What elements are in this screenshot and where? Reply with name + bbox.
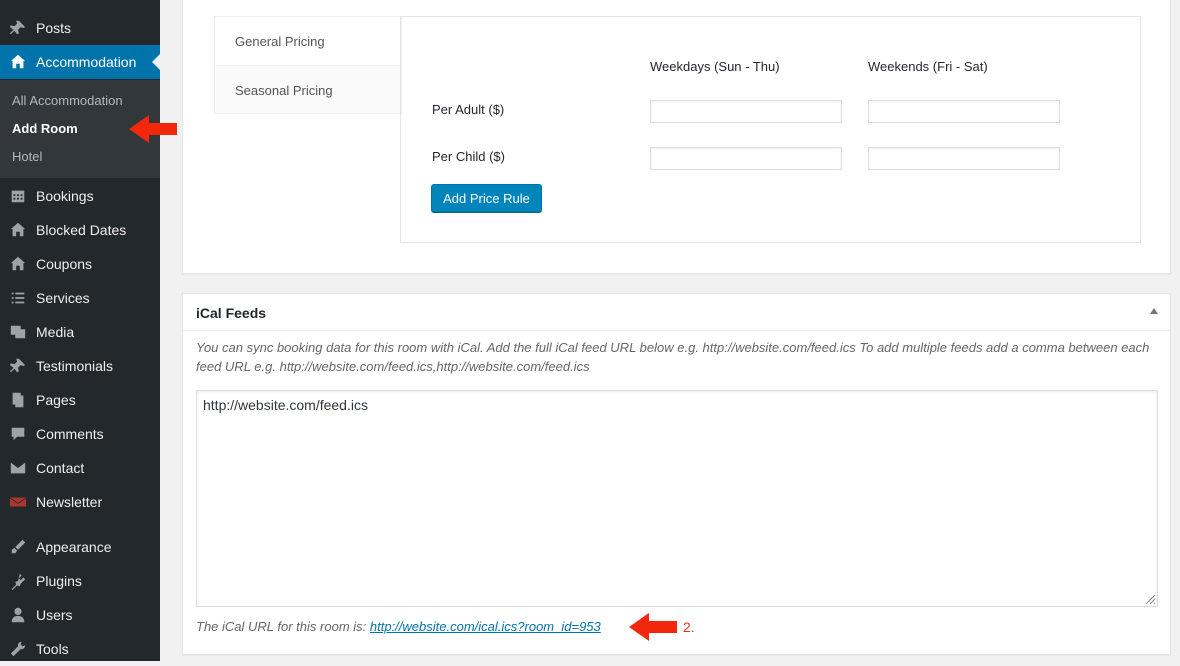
per-child-weekdays-input[interactable] — [650, 147, 842, 170]
home-icon — [9, 53, 27, 71]
column-header-weekdays: Weekdays (Sun - Thu) — [650, 59, 780, 74]
per-adult-weekdays-input[interactable] — [650, 100, 842, 123]
sidebar-item-plugins[interactable]: Plugins — [0, 564, 160, 598]
sidebar-item-users[interactable]: Users — [0, 598, 160, 632]
annotation-label-2: 2. — [683, 619, 695, 635]
media-icon — [9, 323, 27, 341]
pin-icon — [9, 357, 27, 375]
sidebar-item-label: Users — [36, 607, 73, 623]
pin-icon — [9, 19, 27, 37]
sidebar-item-appearance[interactable]: Appearance — [0, 530, 160, 564]
sidebar-item-label: Comments — [36, 426, 104, 442]
tab-general-pricing[interactable]: General Pricing — [215, 17, 401, 66]
wrench-icon — [9, 640, 27, 658]
sidebar-item-label: Media — [36, 324, 75, 340]
submenu-item-all-accommodation[interactable]: All Accommodation — [12, 93, 123, 108]
ical-description: You can sync booking data for this room … — [196, 340, 1150, 374]
newsletter-icon — [9, 493, 27, 511]
sidebar-item-label: Plugins — [36, 573, 82, 589]
list-icon — [9, 289, 27, 307]
add-price-rule-button[interactable]: Add Price Rule — [431, 184, 542, 212]
sidebar-item-contact[interactable]: Contact — [0, 451, 160, 485]
sidebar-item-label: Coupons — [36, 256, 93, 272]
sidebar-item-services[interactable]: Services — [0, 281, 160, 315]
sidebar-item-newsletter[interactable]: Newsletter — [0, 485, 160, 519]
resize-handle-icon[interactable] — [1145, 594, 1156, 605]
submenu-item-add-room[interactable]: Add Room — [12, 121, 78, 136]
row-label-per-child: Per Child ($) — [432, 149, 505, 164]
sidebar-item-label: Testimonials — [36, 358, 114, 374]
tab-seasonal-pricing[interactable]: Seasonal Pricing — [215, 66, 401, 114]
sidebar-item-label: Newsletter — [36, 494, 103, 510]
tab-label: General Pricing — [235, 33, 325, 49]
ical-url-link[interactable]: http://website.com/ical.ics?room_id=953 — [370, 619, 601, 634]
sidebar-item-blocked-dates[interactable]: Blocked Dates — [0, 213, 160, 247]
row-label-per-adult: Per Adult ($) — [432, 102, 505, 117]
column-header-weekends: Weekends (Fri - Sat) — [868, 59, 988, 74]
brush-icon — [9, 538, 27, 556]
calendar-icon — [9, 187, 27, 205]
panel-title: iCal Feeds — [196, 305, 267, 321]
submenu-item-hotel[interactable]: Hotel — [12, 149, 42, 164]
per-child-weekends-input[interactable] — [868, 147, 1060, 170]
ical-feeds-panel: iCal Feeds You can sync booking data for… — [182, 293, 1171, 655]
sidebar-item-testimonials[interactable]: Testimonials — [0, 349, 160, 383]
active-indicator — [152, 54, 160, 70]
sidebar-item-label: Posts — [36, 20, 72, 36]
ical-url-prefix: The iCal URL for this room is: — [196, 619, 367, 634]
pricing-panel: General Pricing Seasonal Pricing Weekday… — [182, 0, 1171, 274]
sidebar-item-label: Pages — [36, 392, 76, 408]
sidebar-item-label: Blocked Dates — [36, 222, 127, 238]
collapse-toggle-icon[interactable] — [1150, 308, 1158, 314]
sidebar-item-label: Services — [36, 290, 90, 306]
sidebar-item-label: Contact — [36, 460, 85, 476]
ical-panel-header: iCal Feeds — [183, 294, 1170, 331]
tab-label: Seasonal Pricing — [235, 82, 333, 98]
sidebar-item-bookings[interactable]: Bookings — [0, 179, 160, 213]
sidebar-item-label: Appearance — [36, 539, 112, 555]
admin-sidebar: Posts Accommodation All Accommodation Ad… — [0, 0, 160, 661]
mail-icon — [9, 459, 27, 477]
sidebar-item-label: Accommodation — [36, 54, 137, 70]
user-icon — [9, 606, 27, 624]
sidebar-item-accommodation[interactable]: Accommodation — [0, 45, 160, 79]
plugin-icon — [9, 572, 27, 590]
per-adult-weekends-input[interactable] — [868, 100, 1060, 123]
sidebar-item-pages[interactable]: Pages — [0, 383, 160, 417]
pricing-table: Weekdays (Sun - Thu) Weekends (Fri - Sat… — [400, 16, 1141, 243]
ical-feed-textarea[interactable]: http://website.com/feed.ics — [196, 390, 1158, 607]
sidebar-item-coupons[interactable]: Coupons — [0, 247, 160, 281]
sidebar-item-label: Bookings — [36, 188, 94, 204]
annotation-arrow-1 — [129, 115, 177, 143]
sidebar-item-media[interactable]: Media — [0, 315, 160, 349]
ical-url-line: The iCal URL for this room is: http://we… — [196, 619, 601, 634]
sidebar-item-label: Tools — [36, 641, 69, 657]
comment-icon — [9, 425, 27, 443]
sidebar-item-posts[interactable]: Posts — [0, 11, 160, 45]
annotation-arrow-2 — [629, 613, 677, 641]
sidebar-item-comments[interactable]: Comments — [0, 417, 160, 451]
pricing-tabs: General Pricing Seasonal Pricing — [214, 16, 402, 114]
pages-icon — [9, 391, 27, 409]
home-icon — [9, 221, 27, 239]
home-icon — [9, 255, 27, 273]
